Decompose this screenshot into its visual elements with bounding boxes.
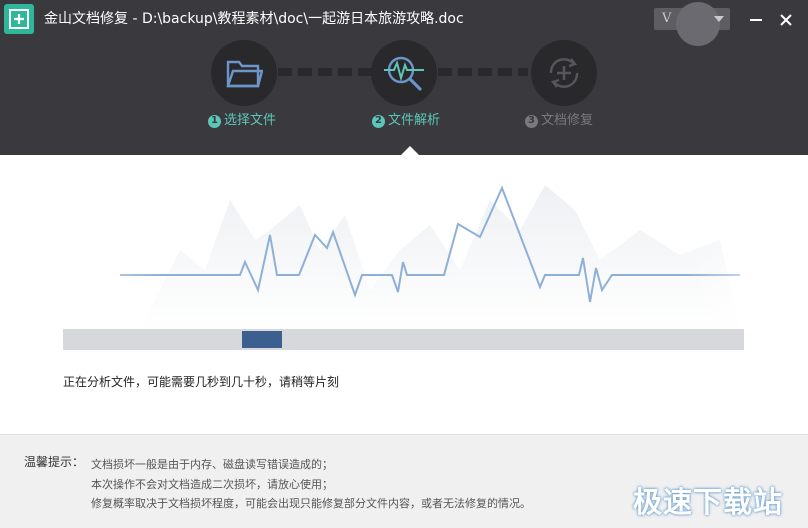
chevron-down-icon (714, 16, 724, 22)
step-3-circle (531, 40, 597, 106)
tip-line-1: 文档损坏一般是由于内存、磁盘读写错误造成的； (91, 458, 333, 471)
app-icon (4, 4, 34, 34)
step-connector-1 (278, 68, 378, 76)
close-button[interactable] (774, 8, 798, 32)
step-3-label: 3 文档修复 (525, 113, 593, 129)
step-1-number: 1 (208, 114, 221, 128)
step-1-circle (211, 40, 277, 106)
analyze-icon (384, 56, 424, 91)
step-2-circle (371, 40, 437, 106)
watermark-text: 极速下载站 (633, 485, 784, 519)
minimize-button[interactable] (744, 8, 768, 32)
progress-bar-track (63, 329, 744, 350)
step-3-number: 3 (525, 114, 538, 128)
avatar (676, 2, 720, 46)
folder-icon (226, 60, 263, 88)
step-1-text: 选择文件 (224, 113, 277, 128)
tip-line-3: 修复概率取决于文档损坏程度，可能会出现只能修复部分文件内容，或者无法修复的情况。 (91, 497, 531, 510)
app-window: 金山文档修复 - D:\backup\教程素材\doc\一起游日本旅游攻略.do… (0, 0, 808, 528)
repair-icon (549, 58, 579, 88)
tip-line-2: 本次操作不会对文档造成二次损坏，请放心使用； (91, 478, 333, 491)
user-account-button[interactable]: V (654, 2, 730, 46)
minimize-icon (750, 19, 762, 21)
step-2-number: 2 (372, 114, 385, 128)
step-3-text: 文档修复 (541, 113, 594, 128)
step-2-label: 2 文件解析 (372, 113, 440, 129)
analysis-waveform (0, 155, 808, 330)
close-icon (780, 14, 792, 26)
tips-label: 温馨提示： (24, 455, 85, 469)
step-1-label: 1 选择文件 (208, 113, 276, 129)
status-text: 正在分析文件，可能需要几秒到几十秒，请稍等片刻 (63, 375, 340, 389)
vip-badge-label: V (662, 11, 672, 26)
progress-bar-indicator (242, 331, 283, 348)
window-title: 金山文档修复 - D:\backup\教程素材\doc\一起游日本旅游攻略.do… (44, 11, 464, 27)
step-2-text: 文件解析 (388, 113, 441, 128)
step-connector-2 (438, 68, 528, 76)
header-bar: 金山文档修复 - D:\backup\教程素材\doc\一起游日本旅游攻略.do… (0, 0, 808, 156)
